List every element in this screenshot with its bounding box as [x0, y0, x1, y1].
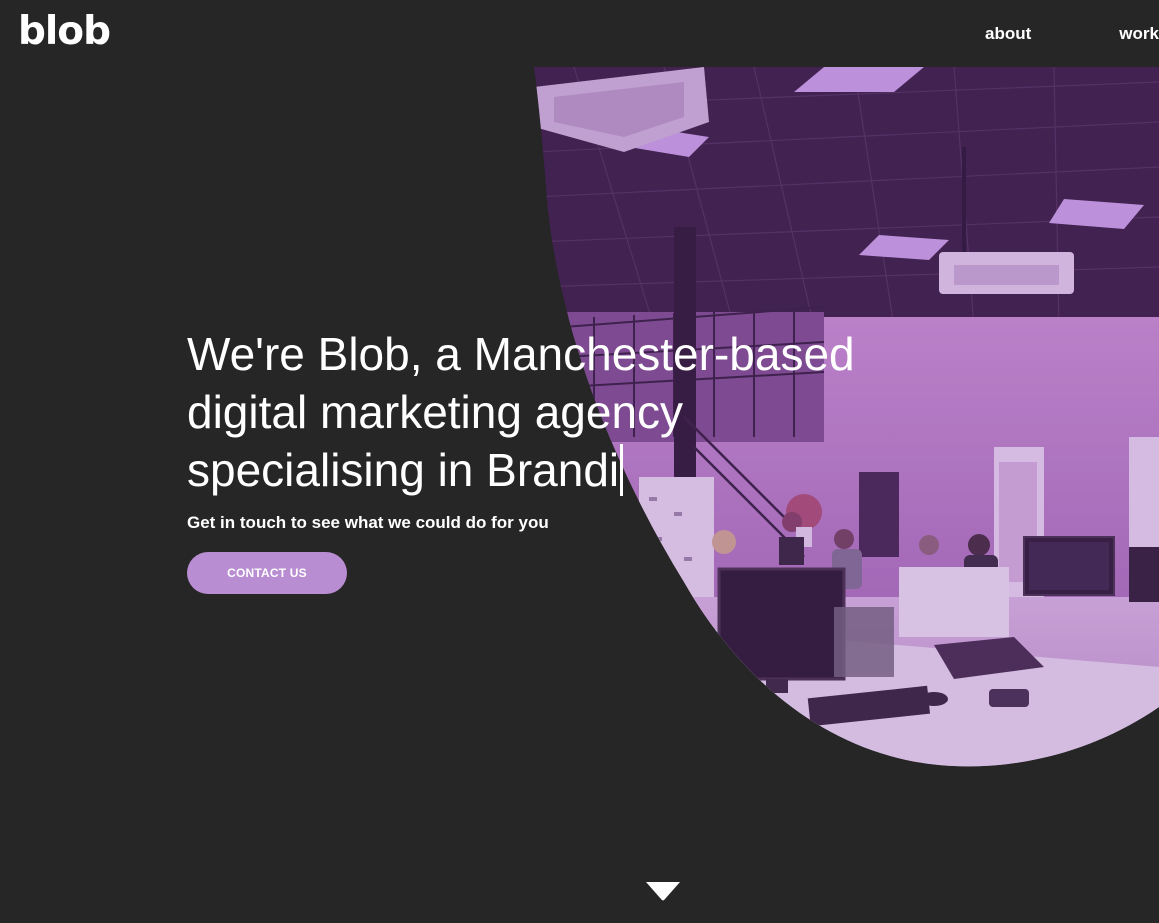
hero-headline-line-3: specialising in Brandi [187, 444, 620, 496]
typing-caret [620, 444, 624, 496]
logo[interactable]: blob [18, 6, 111, 58]
main-nav: about work [985, 24, 1159, 44]
contact-us-button[interactable]: CONTACT US [187, 552, 347, 594]
hero-headline: We're Blob, a Manchester-based digital m… [187, 325, 907, 499]
page: blob about work We're Blob, a Manchester… [0, 0, 1159, 923]
hero-headline-line-1: We're Blob, a Manchester-based [187, 328, 855, 380]
hero-subheading: Get in touch to see what we could do for… [187, 513, 549, 532]
chevron-down-icon[interactable] [644, 880, 682, 904]
nav-link-work[interactable]: work [1119, 24, 1159, 44]
hero-headline-line-2: digital marketing agency [187, 386, 684, 438]
nav-link-about[interactable]: about [985, 24, 1031, 44]
